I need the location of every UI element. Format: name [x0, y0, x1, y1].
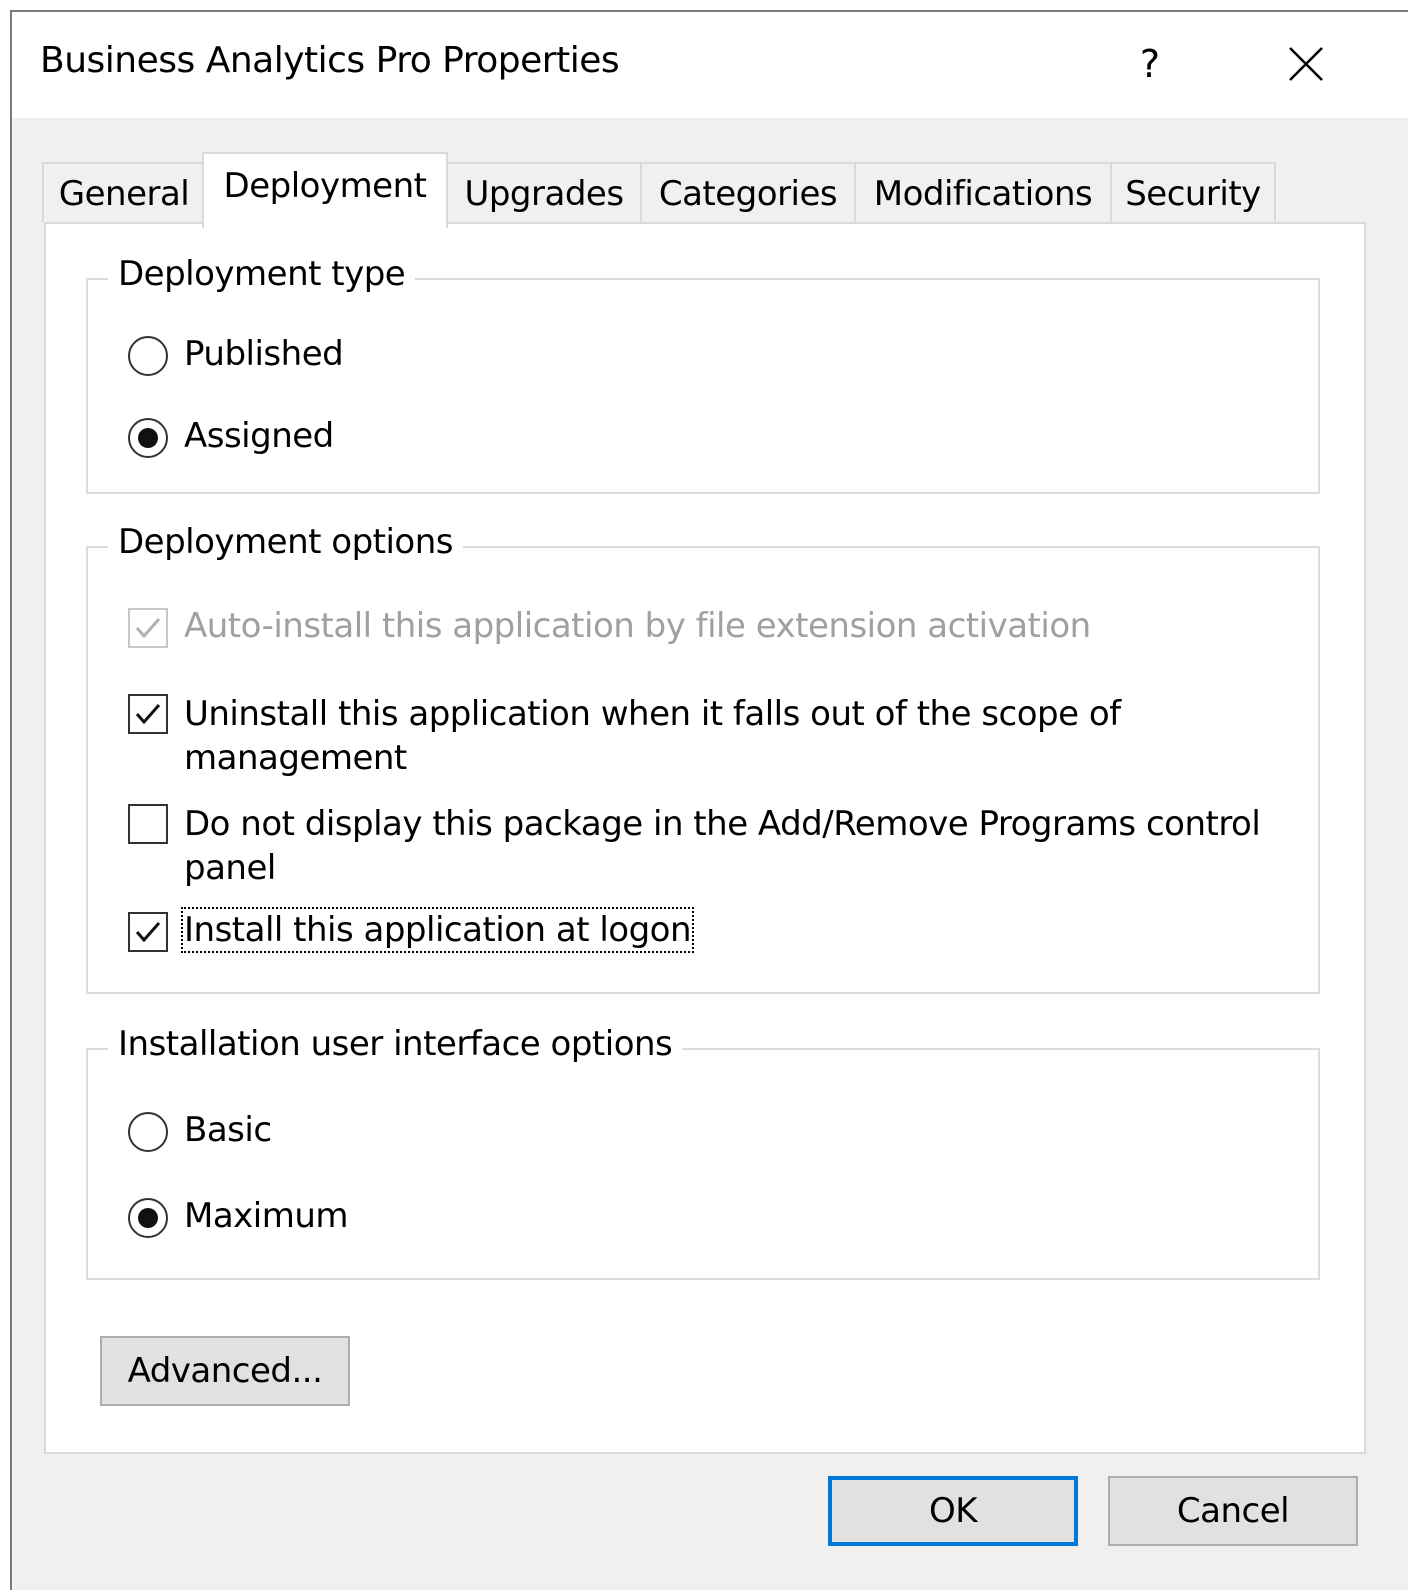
help-button[interactable]: ?: [1122, 34, 1178, 94]
assigned-radio[interactable]: [128, 418, 168, 458]
uninstall-out-of-scope-label: Uninstall this application when it falls…: [184, 694, 1121, 778]
ui-options-legend: Installation user interface options: [108, 1024, 683, 1064]
basic-label: Basic: [184, 1110, 272, 1150]
maximum-label: Maximum: [184, 1196, 349, 1236]
ok-button[interactable]: OK: [828, 1476, 1078, 1546]
hide-add-remove-checkbox[interactable]: [128, 804, 168, 844]
basic-radio[interactable]: [128, 1112, 168, 1152]
checkmark-icon: [135, 618, 161, 639]
tab-general[interactable]: General: [42, 162, 206, 222]
published-label: Published: [184, 334, 344, 374]
published-radio[interactable]: [128, 336, 168, 376]
deployment-type-group: Deployment type Published Assigned: [86, 254, 1320, 494]
install-at-logon-label: Install this application at logon: [180, 907, 695, 953]
deployment-options-legend: Deployment options: [108, 522, 464, 562]
hide-add-remove-label: Do not display this package in the Add/R…: [184, 804, 1261, 888]
window-title: Business Analytics Pro Properties: [40, 40, 620, 81]
close-button[interactable]: [1274, 34, 1338, 94]
ui-options-group: Installation user interface options Basi…: [86, 1024, 1320, 1280]
tab-security[interactable]: Security: [1110, 162, 1276, 222]
tab-deployment[interactable]: Deployment: [202, 152, 448, 228]
checkmark-icon: [135, 704, 161, 725]
deployment-tab-panel: Deployment type Published Assigned Deplo…: [44, 222, 1366, 1454]
tab-upgrades[interactable]: Upgrades: [446, 162, 642, 222]
properties-dialog: Business Analytics Pro Properties ? Gene…: [10, 10, 1408, 1590]
maximum-radio[interactable]: [128, 1198, 168, 1238]
auto-install-checkbox: [128, 608, 168, 648]
close-icon: [1289, 47, 1323, 81]
uninstall-out-of-scope-checkbox[interactable]: [128, 694, 168, 734]
assigned-label: Assigned: [184, 416, 334, 456]
advanced-button[interactable]: Advanced...: [100, 1336, 350, 1406]
title-bar: Business Analytics Pro Properties ?: [12, 12, 1408, 118]
tab-modifications[interactable]: Modifications: [854, 162, 1112, 222]
deployment-options-group: Deployment options Auto-install this app…: [86, 522, 1320, 994]
deployment-type-legend: Deployment type: [108, 254, 416, 294]
auto-install-label: Auto-install this application by file ex…: [184, 606, 1091, 646]
checkmark-icon: [135, 922, 161, 943]
cancel-button[interactable]: Cancel: [1108, 1476, 1358, 1546]
tab-categories[interactable]: Categories: [640, 162, 856, 222]
install-at-logon-checkbox[interactable]: [128, 912, 168, 952]
